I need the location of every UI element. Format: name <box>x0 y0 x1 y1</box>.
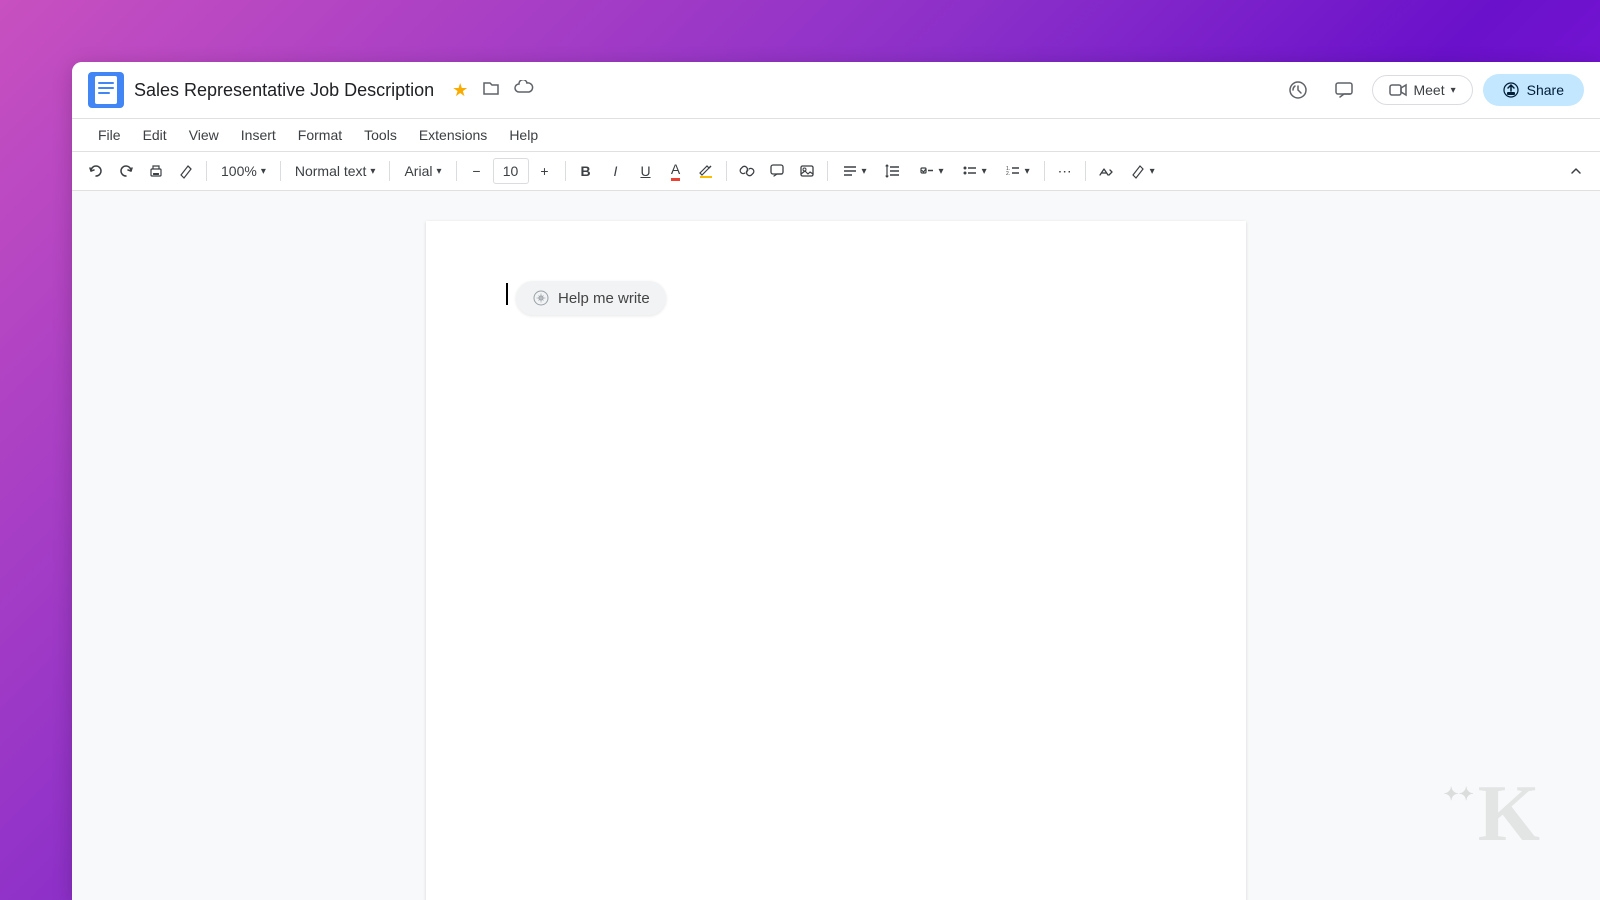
text-cursor <box>506 283 508 305</box>
edit-mode-dropdown[interactable]: ▾ <box>1122 160 1163 182</box>
menu-edit[interactable]: Edit <box>133 121 177 149</box>
watermark-dots: ✦✦ <box>1444 784 1474 805</box>
linespacing-dropdown[interactable] <box>877 160 909 182</box>
text-color-icon: A <box>671 161 680 181</box>
separator-6 <box>726 161 727 181</box>
document-page[interactable]: Help me write <box>426 221 1246 900</box>
cloud-icon[interactable] <box>514 80 534 101</box>
underline-button[interactable]: U <box>632 156 660 186</box>
align-arrow-icon: ▾ <box>862 166 867 177</box>
font-size-display[interactable]: 10 <box>493 158 529 184</box>
zoom-arrow-icon: ▾ <box>261 166 266 177</box>
bold-button[interactable]: B <box>572 156 600 186</box>
menu-bar: File Edit View Insert Format Tools Exten… <box>72 119 1600 152</box>
italic-button[interactable]: I <box>602 156 630 186</box>
link-button[interactable] <box>733 156 761 186</box>
bullet-arrow-icon: ▾ <box>982 166 987 177</box>
zoom-value: 100% <box>221 163 257 179</box>
numbered-arrow-icon: ▾ <box>1025 166 1030 177</box>
title-icons: ★ <box>452 80 534 101</box>
menu-tools[interactable]: Tools <box>354 121 407 149</box>
history-button[interactable] <box>1280 72 1316 108</box>
numbered-dropdown[interactable]: 1.2. ▾ <box>997 160 1038 182</box>
font-arrow-icon: ▾ <box>436 166 441 177</box>
cursor-line: Help me write <box>506 281 1166 315</box>
font-size-increase-button[interactable]: + <box>531 156 559 186</box>
text-color-button[interactable]: A <box>662 156 690 186</box>
watermark-letter: K <box>1478 769 1540 860</box>
menu-help[interactable]: Help <box>499 121 548 149</box>
separator-3 <box>389 161 390 181</box>
align-dropdown[interactable]: ▾ <box>834 160 875 182</box>
separator-4 <box>456 161 457 181</box>
undo-button[interactable] <box>82 156 110 186</box>
menu-view[interactable]: View <box>179 121 229 149</box>
doc-area: Help me write ✦✦ K <box>72 191 1600 900</box>
highlight-button[interactable] <box>692 156 720 186</box>
title-left: Sales Representative Job Description ★ <box>88 72 534 108</box>
menu-insert[interactable]: Insert <box>231 121 286 149</box>
star-icon[interactable]: ★ <box>452 80 468 101</box>
meet-button[interactable]: Meet ▾ <box>1372 75 1472 105</box>
print-button[interactable] <box>142 156 170 186</box>
watermark-k: ✦✦ K <box>1444 769 1540 860</box>
redo-button[interactable] <box>112 156 140 186</box>
edit-mode-arrow-icon: ▾ <box>1150 166 1155 177</box>
separator-1 <box>206 161 207 181</box>
separator-8 <box>1044 161 1045 181</box>
separator-9 <box>1085 161 1086 181</box>
share-button[interactable]: Share <box>1483 74 1584 106</box>
docs-icon <box>88 72 124 108</box>
title-bar: Sales Representative Job Description ★ <box>72 62 1600 119</box>
checklist-dropdown[interactable]: ▾ <box>911 160 952 182</box>
font-dropdown[interactable]: Arial ▾ <box>396 160 449 182</box>
more-options-button[interactable]: ⋯ <box>1051 156 1079 186</box>
font-value: Arial <box>404 163 432 179</box>
menu-extensions[interactable]: Extensions <box>409 121 497 149</box>
separator-7 <box>827 161 828 181</box>
svg-text:2.: 2. <box>1006 171 1010 177</box>
comments-button[interactable] <box>1326 72 1362 108</box>
style-dropdown[interactable]: Normal text ▾ <box>287 160 384 182</box>
title-right: Meet ▾ Share <box>1280 72 1584 108</box>
meet-arrow-icon: ▾ <box>1451 85 1456 96</box>
comment-toolbar-button[interactable] <box>763 156 791 186</box>
separator-2 <box>280 161 281 181</box>
menu-format[interactable]: Format <box>288 121 352 149</box>
style-arrow-icon: ▾ <box>370 166 375 177</box>
collapse-toolbar-button[interactable] <box>1562 156 1590 186</box>
folder-icon[interactable] <box>482 80 500 101</box>
toolbar: 100% ▾ Normal text ▾ Arial ▾ − 10 + B I … <box>72 152 1600 191</box>
menu-file[interactable]: File <box>88 121 131 149</box>
font-size-decrease-button[interactable]: − <box>463 156 491 186</box>
bullet-dropdown[interactable]: ▾ <box>954 160 995 182</box>
spellcheck-button[interactable] <box>1092 156 1120 186</box>
separator-5 <box>565 161 566 181</box>
image-button[interactable] <box>793 156 821 186</box>
zoom-dropdown[interactable]: 100% ▾ <box>213 160 274 182</box>
checklist-arrow-icon: ▾ <box>939 166 944 177</box>
more-icon: ⋯ <box>1058 163 1072 180</box>
paintformat-button[interactable] <box>172 156 200 186</box>
share-label: Share <box>1527 82 1564 98</box>
help-me-write-button[interactable]: Help me write <box>516 281 666 315</box>
help-me-write-label: Help me write <box>558 290 650 307</box>
ai-sparkle-icon <box>532 289 550 307</box>
style-value: Normal text <box>295 163 367 179</box>
meet-label: Meet <box>1413 82 1444 98</box>
doc-title: Sales Representative Job Description <box>134 80 434 101</box>
